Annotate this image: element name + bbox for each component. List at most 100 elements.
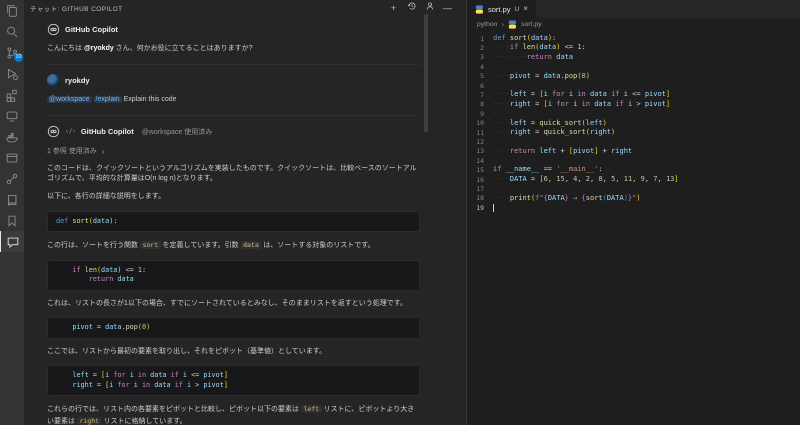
editor-line[interactable]: 6- <box>467 81 800 90</box>
code-token: , <box>577 175 585 183</box>
code-token: len <box>523 43 536 51</box>
editor-line[interactable]: 5····pivot = data.pop(0) - <box>467 72 800 81</box>
chat-code-block: pivot = data.pop(0) <box>47 317 420 339</box>
code-token: pivot <box>645 100 666 108</box>
open-chat-icon[interactable] <box>424 1 435 15</box>
editor-line[interactable]: 11····right = quick_sort(right) - <box>467 128 800 137</box>
live-preview-icon[interactable] <box>0 147 24 168</box>
docker-icon[interactable] <box>0 126 24 147</box>
code-token: = <box>527 175 540 183</box>
code-token: print <box>510 194 531 202</box>
code-token: data <box>105 323 121 331</box>
line-number: 8 <box>467 100 484 108</box>
code-token: sort <box>586 194 603 202</box>
editor-line[interactable]: 18····print(f"{DATA} → {sort(DATA)}") - <box>467 194 800 203</box>
editor-line[interactable]: 4- <box>467 62 800 71</box>
editor-line[interactable]: 15if __name__ == '__main__': - <box>467 165 800 174</box>
code-token: quick_sort <box>544 128 586 136</box>
editor-line[interactable]: 3········return data - <box>467 53 800 62</box>
code-token: for <box>552 90 565 98</box>
editor-line[interactable]: 12- <box>467 137 800 146</box>
bookmarks-icon[interactable] <box>0 210 24 231</box>
copilot-chat-icon[interactable] <box>0 231 24 252</box>
editor-line[interactable]: 9- <box>467 109 800 118</box>
code-token: right <box>590 128 611 136</box>
editor-line[interactable]: 19 <box>467 203 800 212</box>
tab-close-icon[interactable]: × <box>523 5 528 13</box>
code-token: pivot <box>573 147 594 155</box>
editor-line[interactable]: 8····right = [i for i in data if i > piv… <box>467 100 800 109</box>
code-token: pivot <box>203 371 223 379</box>
text-segment: このコードは、クイックソートというアルゴリズムを実装したものです。クイックソート… <box>47 165 417 183</box>
chat-message-paragraph: こんにちは @ryokdy さん、何かお役に立てることはありますか? <box>47 44 420 55</box>
line-number: 16 <box>467 176 484 184</box>
python-icon <box>475 5 484 14</box>
chat-message-paragraph: これは、リストの長さが1以下の場合、すでにソートされているとみなし、そのままリス… <box>47 299 420 310</box>
code-token: > <box>632 100 645 108</box>
code-token: def <box>56 217 68 225</box>
code-token: - <box>493 137 497 145</box>
chat-code-block: def sort(data): <box>47 211 420 233</box>
line-number: 6 <box>467 82 484 90</box>
breadcrumb[interactable]: python › sort.py <box>467 18 800 31</box>
code-token: data <box>117 275 133 283</box>
code-token: in <box>142 381 150 389</box>
code-token: - <box>679 175 687 183</box>
editor-line[interactable]: 10····left = quick_sort(left) - <box>467 119 800 128</box>
breadcrumb-file[interactable]: sort.py <box>521 21 541 28</box>
editor-line[interactable]: 2····if len(data) <= 1: - <box>467 43 800 52</box>
editor-line-code: - <box>493 62 497 71</box>
code-token: - <box>493 62 497 70</box>
text-segment: さん、何かお役に立てることはありますか? <box>114 45 253 52</box>
code-token: - <box>615 128 623 136</box>
mention-chip[interactable]: @workspace <box>47 96 92 103</box>
chat-panel-header: チャット: GITHUB COPILOT + — <box>24 0 466 15</box>
explorer-icon[interactable] <box>0 0 24 21</box>
code-token: - <box>603 165 611 173</box>
editor-line-code: - <box>493 156 497 165</box>
remote-explorer-icon[interactable] <box>0 105 24 126</box>
docs-icon[interactable] <box>0 189 24 210</box>
code-token: pivot <box>645 90 666 98</box>
code-token: - <box>573 53 581 61</box>
editor-line[interactable]: 14 - <box>467 156 800 165</box>
code-token: in <box>577 90 585 98</box>
chat-message-paragraph: このコードは、クイックソートというアルゴリズムを実装したものです。クイックソート… <box>47 164 420 185</box>
editor-line[interactable]: 16 ····DATA = [6, 15, 4, 2, 8, 5, 11, 9, … <box>467 175 800 184</box>
line-number: 14 <box>467 157 484 165</box>
inline-code-chip: sort <box>140 241 161 249</box>
editor-line-code: ····DATA = [6, 15, 4, 2, 8, 5, 11, 9, 7,… <box>493 175 687 184</box>
chat-scrollbar-thumb[interactable] <box>424 14 428 132</box>
editor-line[interactable]: 13····return left + [pivot] + right - <box>467 147 800 156</box>
code-token: '__main__' <box>556 165 598 173</box>
collapse-icon[interactable]: — <box>442 2 453 15</box>
mention-chip[interactable]: /explain <box>94 96 122 103</box>
text-segment: 以下に、各行の詳細な説明をします。 <box>47 193 165 200</box>
editor-code[interactable]: 1def sort(data): -2····if len(data) <= 1… <box>467 31 800 212</box>
run-debug-icon[interactable] <box>0 63 24 84</box>
search-icon[interactable] <box>0 21 24 42</box>
tab-sortpy[interactable]: sort.py U × <box>467 0 536 18</box>
line-number: 7 <box>467 91 484 99</box>
new-chat-icon[interactable]: + <box>388 2 399 15</box>
code-token: - <box>556 34 564 42</box>
code-token: right <box>72 381 92 389</box>
gitlens-icon[interactable] <box>0 168 24 189</box>
editor-line[interactable]: 17- <box>467 184 800 193</box>
code-token: - <box>493 156 497 164</box>
code-token: len <box>85 266 97 274</box>
code-token: , <box>615 175 623 183</box>
code-token: 11 <box>624 175 632 183</box>
editor-line[interactable]: 7····left = [i for i in data if i <= piv… <box>467 90 800 99</box>
code-token: ···· <box>493 128 510 136</box>
references-used-row[interactable]: 1 参照 使用済み› <box>47 146 420 156</box>
line-number: 3 <box>467 53 484 61</box>
history-icon[interactable] <box>406 1 417 15</box>
code-token: data <box>594 100 611 108</box>
breadcrumb-folder[interactable]: python <box>477 21 497 28</box>
source-control-icon[interactable]: 10 <box>0 42 24 63</box>
extensions-icon[interactable] <box>0 84 24 105</box>
editor-line[interactable]: 1def sort(data): - <box>467 34 800 43</box>
code-token: , <box>548 175 556 183</box>
code-token: data <box>539 43 556 51</box>
